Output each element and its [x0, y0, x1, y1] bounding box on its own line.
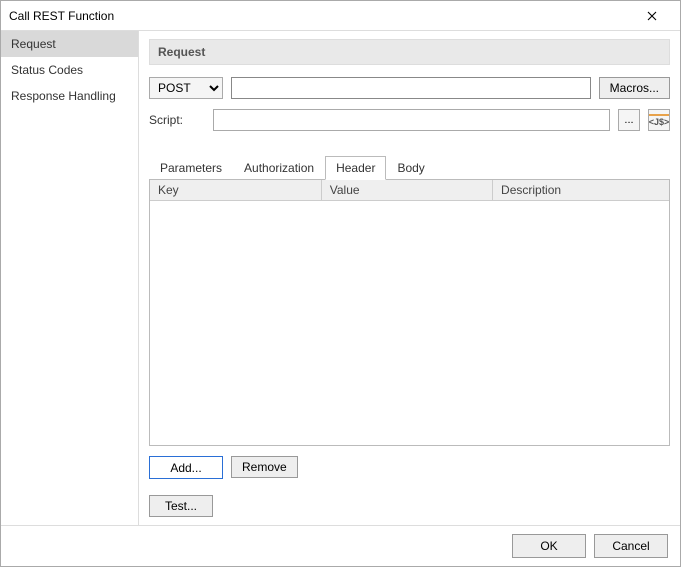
- column-key[interactable]: Key: [150, 180, 321, 201]
- http-method-select[interactable]: POST: [149, 77, 223, 99]
- dialog-title: Call REST Function: [9, 9, 632, 23]
- form-area: POST Macros... Script: ... <J$>: [149, 65, 670, 149]
- tab-label: Authorization: [244, 161, 314, 175]
- dialog-body: Request Status Codes Response Handling R…: [1, 31, 680, 525]
- row-method-url: POST Macros...: [149, 77, 670, 99]
- ok-button[interactable]: OK: [512, 534, 586, 558]
- tab-authorization[interactable]: Authorization: [233, 156, 325, 180]
- remove-button[interactable]: Remove: [231, 456, 298, 478]
- dialog: Call REST Function Request Status Codes …: [0, 0, 681, 567]
- row-script: Script: ... <J$>: [149, 109, 670, 131]
- tabs: Parameters Authorization Header Body: [149, 155, 670, 180]
- tab-header[interactable]: Header: [325, 156, 386, 180]
- sidebar-item-label: Response Handling: [11, 89, 116, 103]
- column-value[interactable]: Value: [321, 180, 492, 201]
- column-description[interactable]: Description: [493, 180, 669, 201]
- test-button[interactable]: Test...: [149, 495, 213, 517]
- close-button[interactable]: [632, 2, 672, 30]
- titlebar: Call REST Function: [1, 1, 680, 31]
- sidebar-item-status-codes[interactable]: Status Codes: [1, 57, 138, 83]
- url-input[interactable]: [231, 77, 591, 99]
- sidebar: Request Status Codes Response Handling: [1, 31, 139, 525]
- headers-table-container: Key Value Description: [149, 180, 670, 446]
- browse-script-button[interactable]: ...: [618, 109, 640, 131]
- tab-label: Body: [397, 161, 424, 175]
- edit-js-button[interactable]: <J$>: [648, 109, 670, 131]
- script-label: Script:: [149, 113, 205, 127]
- main-panel: Request POST Macros... Script: ... <J$>: [139, 31, 680, 525]
- tab-label: Header: [336, 161, 375, 175]
- test-row: Test...: [149, 495, 670, 517]
- macros-button[interactable]: Macros...: [599, 77, 670, 99]
- add-button[interactable]: Add...: [149, 456, 223, 479]
- tab-body[interactable]: Body: [386, 156, 435, 180]
- cancel-button[interactable]: Cancel: [594, 534, 668, 558]
- table-header-row: Key Value Description: [150, 180, 669, 201]
- tab-label: Parameters: [160, 161, 222, 175]
- sidebar-item-label: Status Codes: [11, 63, 83, 77]
- script-input[interactable]: [213, 109, 610, 131]
- close-icon: [647, 11, 657, 21]
- sidebar-item-label: Request: [11, 37, 56, 51]
- table-buttons: Add... Remove: [149, 456, 670, 479]
- section-heading: Request: [149, 39, 670, 65]
- sidebar-item-response-handling[interactable]: Response Handling: [1, 83, 138, 109]
- tab-parameters[interactable]: Parameters: [149, 156, 233, 180]
- headers-table: Key Value Description: [150, 180, 669, 201]
- dialog-footer: OK Cancel: [1, 525, 680, 566]
- js-icon: <J$>: [649, 114, 670, 127]
- sidebar-item-request[interactable]: Request: [1, 31, 138, 57]
